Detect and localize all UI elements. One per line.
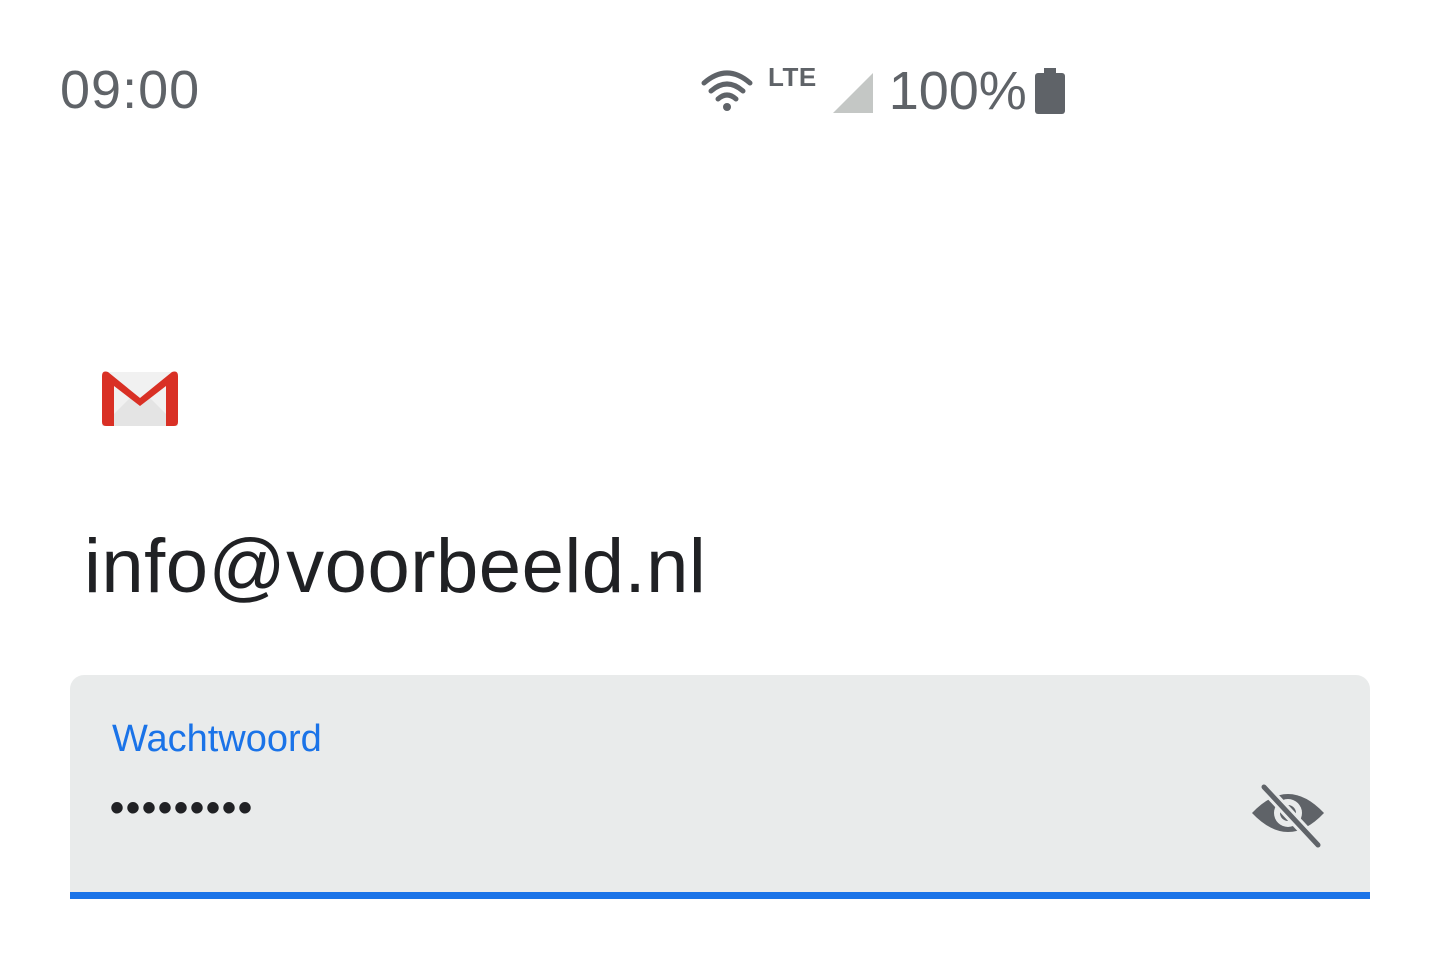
battery-percent: 100% — [888, 61, 1027, 121]
sign-in-screen: 09:00 LTE 100% info@voorbeeld.nl Wachtwo… — [0, 0, 1440, 975]
password-input[interactable]: ••••••••• — [110, 783, 254, 833]
password-field[interactable]: Wachtwoord ••••••••• — [70, 675, 1370, 899]
visibility-toggle-button[interactable] — [1246, 779, 1330, 851]
password-field-underline — [70, 892, 1370, 899]
wifi-icon — [701, 70, 753, 111]
status-time: 09:00 — [60, 60, 201, 120]
battery-icon — [1034, 68, 1065, 114]
visibility-off-icon — [1252, 781, 1324, 849]
password-field-label: Wachtwoord — [112, 718, 322, 760]
network-type-label: LTE — [768, 62, 817, 92]
account-email: info@voorbeeld.nl — [84, 524, 707, 609]
gmail-logo-icon — [102, 371, 178, 426]
signal-icon — [832, 73, 873, 113]
status-icons: LTE 100% — [700, 56, 1065, 126]
